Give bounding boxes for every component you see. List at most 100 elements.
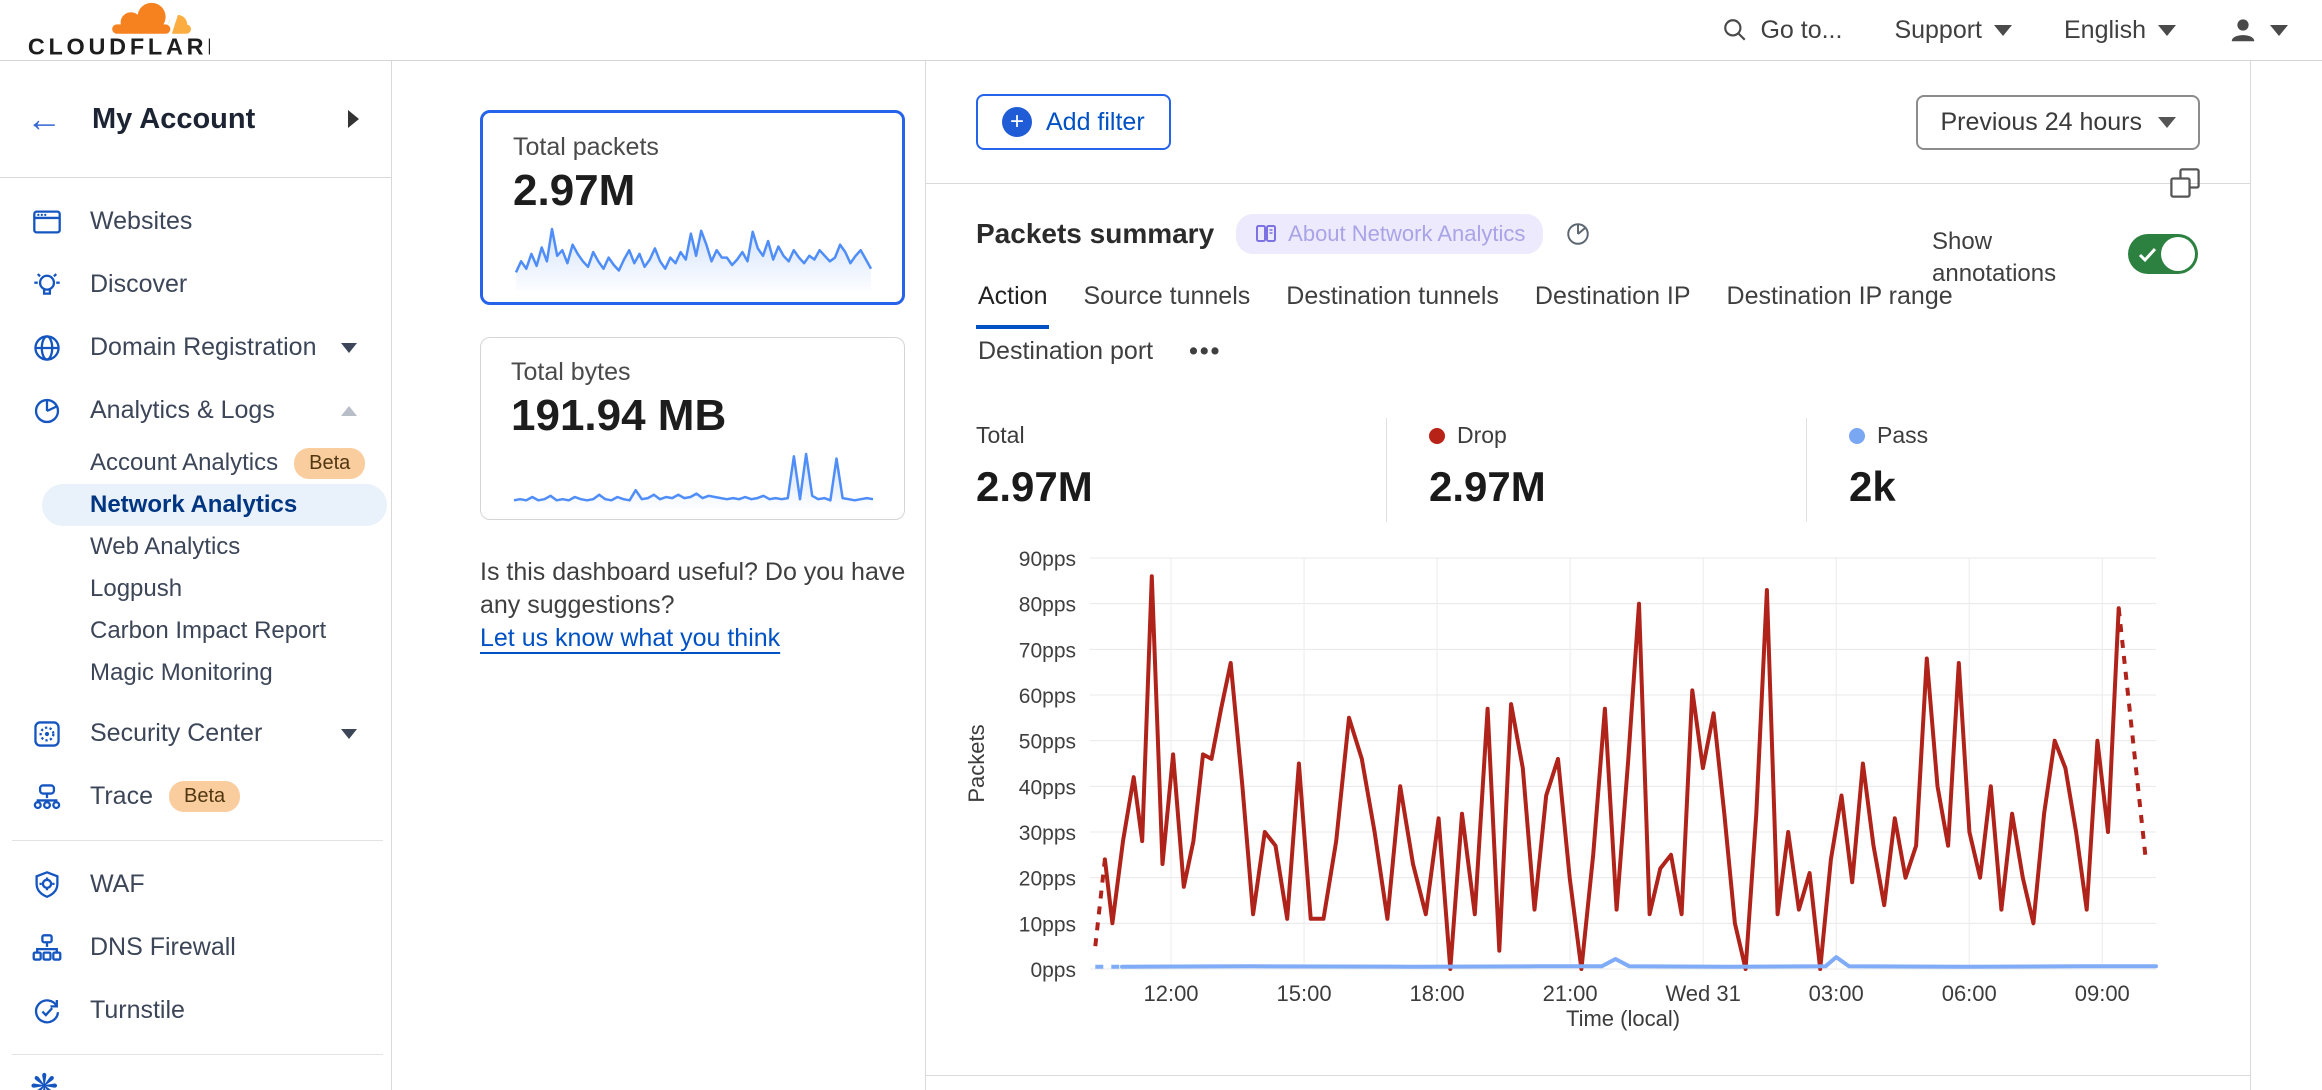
drop-legend-dot <box>1429 428 1445 444</box>
svg-text:80pps: 80pps <box>1019 594 1076 617</box>
toggle-knob <box>2161 237 2195 271</box>
summary-cards-column: Total packets 2.97M Total bytes 191.94 M… <box>480 110 905 655</box>
about-network-analytics-badge[interactable]: About Network Analytics <box>1236 214 1543 254</box>
hierarchy-icon <box>30 931 64 965</box>
security-badge-icon <box>30 717 64 751</box>
sidebar-item-label: Magic Monitoring <box>90 659 273 687</box>
book-icon <box>1254 222 1278 246</box>
divider <box>926 1075 2250 1076</box>
total-bytes-sparkline <box>511 448 876 510</box>
top-bar: CLOUDFLARE Go to... Support English <box>0 0 2322 61</box>
tab-source-tunnels[interactable]: Source tunnels <box>1081 274 1252 329</box>
card-label: Total bytes <box>511 358 874 386</box>
goto-search[interactable]: Go to... <box>1722 16 1842 45</box>
svg-text:Time (local): Time (local) <box>1566 1006 1680 1031</box>
browser-icon <box>30 205 64 239</box>
stat-label: Drop <box>1457 422 1507 449</box>
about-badge-label: About Network Analytics <box>1288 221 1525 247</box>
sidebar-item-label: Trace <box>90 782 153 811</box>
sidebar-item-account-analytics[interactable]: Account Analytics Beta <box>0 442 391 484</box>
sidebar-item-discover[interactable]: Discover <box>0 253 391 316</box>
tab-destination-ip[interactable]: Destination IP <box>1533 274 1693 329</box>
sidebar-item-carbon-impact-report[interactable]: Carbon Impact Report <box>0 610 391 652</box>
stat-total: Total 2.97M <box>976 418 1386 522</box>
svg-text:CLOUDFLARE: CLOUDFLARE <box>28 33 210 59</box>
chevron-right-icon[interactable] <box>348 110 359 128</box>
sidebar-item-web-analytics[interactable]: Web Analytics <box>0 526 391 568</box>
svg-text:30pps: 30pps <box>1019 822 1076 845</box>
pie-slice-icon[interactable] <box>1565 221 1591 247</box>
sidebar-item-network-analytics[interactable]: Network Analytics <box>42 484 387 526</box>
show-annotations-toggle[interactable] <box>2128 234 2198 274</box>
tab-destination-tunnels[interactable]: Destination tunnels <box>1284 274 1501 329</box>
packets-summary-chart[interactable]: 0pps10pps20pps30pps40pps50pps60pps70pps8… <box>966 516 2206 1036</box>
tab-more[interactable]: ••• <box>1187 329 1223 384</box>
sidebar-item-label: Security Center <box>90 719 262 748</box>
sidebar-item-label: Web Analytics <box>90 533 240 561</box>
tab-destination-ip-range[interactable]: Destination IP range <box>1725 274 1955 329</box>
total-bytes-card[interactable]: Total bytes 191.94 MB <box>480 337 905 520</box>
stat-value: 2.97M <box>976 463 1386 511</box>
divider <box>12 840 383 841</box>
shield-gear-icon <box>30 868 64 902</box>
plus-icon: + <box>1002 107 1032 137</box>
expand-icon[interactable] <box>2168 166 2202 200</box>
stat-drop: Drop 2.97M <box>1386 418 1806 522</box>
check-icon <box>2134 241 2162 269</box>
svg-text:40pps: 40pps <box>1019 776 1076 799</box>
pass-legend-dot <box>1849 428 1865 444</box>
sidebar-item-security-center[interactable]: Security Center <box>0 702 391 765</box>
sidebar-item-domain-registration[interactable]: Domain Registration <box>0 316 391 379</box>
feedback-question: Is this dashboard useful? Do you have an… <box>480 556 910 622</box>
svg-text:20pps: 20pps <box>1019 868 1076 891</box>
chevron-down-icon <box>2270 25 2288 36</box>
svg-text:03:00: 03:00 <box>1809 981 1864 1006</box>
total-packets-sparkline <box>513 223 874 293</box>
sidebar-item-logpush[interactable]: Logpush <box>0 568 391 610</box>
support-menu[interactable]: Support <box>1894 16 2012 45</box>
language-menu[interactable]: English <box>2064 16 2176 45</box>
svg-text:90pps: 90pps <box>1019 548 1076 571</box>
svg-text:09:00: 09:00 <box>2075 981 2130 1006</box>
stat-label: Pass <box>1877 422 1928 449</box>
tabs: Action Source tunnels Destination tunnel… <box>976 274 1986 384</box>
sidebar-item-websites[interactable]: Websites <box>0 190 391 253</box>
chevron-down-icon <box>341 729 357 739</box>
svg-text:21:00: 21:00 <box>1543 981 1598 1006</box>
divider <box>12 1054 383 1055</box>
back-arrow-icon[interactable]: ← <box>26 101 62 137</box>
sidebar-item-analytics-logs[interactable]: Analytics & Logs <box>0 379 391 442</box>
show-annotations-label: Show annotations <box>1932 226 2072 290</box>
sidebar-item-label: Carbon Impact Report <box>90 617 326 645</box>
support-label: Support <box>1894 16 1982 45</box>
card-value: 2.97M <box>513 167 872 215</box>
tab-action[interactable]: Action <box>976 274 1049 329</box>
svg-text:10pps: 10pps <box>1019 913 1076 936</box>
chevron-down-icon <box>2158 117 2176 128</box>
total-packets-card[interactable]: Total packets 2.97M <box>480 110 905 305</box>
stat-label: Total <box>976 422 1025 449</box>
add-filter-button[interactable]: + Add filter <box>976 94 1171 150</box>
sidebar-item-waf[interactable]: WAF <box>0 853 391 916</box>
sidebar-item-label: Discover <box>90 270 187 299</box>
sidebar-item-magic-monitoring[interactable]: Magic Monitoring <box>0 652 391 694</box>
sidebar-item-trace[interactable]: Trace Beta <box>0 765 391 828</box>
cloudflare-logo[interactable]: CLOUDFLARE <box>20 0 210 60</box>
svg-text:Wed 31: Wed 31 <box>1665 981 1740 1006</box>
time-range-select[interactable]: Previous 24 hours <box>1916 95 2200 150</box>
sidebar-item-label: WAF <box>90 870 145 899</box>
stat-value: 2.97M <box>1429 463 1806 511</box>
add-filter-label: Add filter <box>1046 108 1145 137</box>
filter-row: + Add filter Previous 24 hours <box>926 61 2250 184</box>
account-title: My Account <box>92 103 255 136</box>
refresh-check-icon <box>30 994 64 1028</box>
beta-badge: Beta <box>169 781 240 812</box>
tab-destination-port[interactable]: Destination port <box>976 329 1155 384</box>
sidebar-item-dns-firewall[interactable]: DNS Firewall <box>0 916 391 979</box>
account-menu[interactable] <box>2228 15 2288 45</box>
svg-text:50pps: 50pps <box>1019 731 1076 754</box>
sidebar-item-label: DNS Firewall <box>90 933 236 962</box>
card-value: 191.94 MB <box>511 392 874 440</box>
feedback-link[interactable]: Let us know what you think <box>480 624 780 652</box>
sidebar-item-turnstile[interactable]: Turnstile <box>0 979 391 1042</box>
